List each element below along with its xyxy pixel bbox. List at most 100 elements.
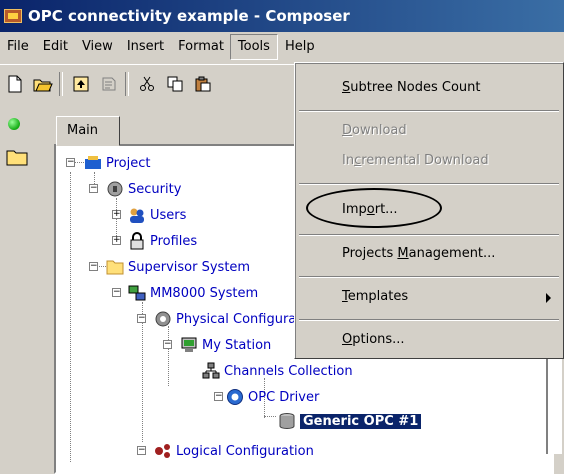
channels-icon xyxy=(202,362,220,379)
mnemonic: D xyxy=(342,123,353,138)
security-icon xyxy=(107,181,123,197)
menu-separator xyxy=(299,234,559,236)
network-icon xyxy=(128,285,146,301)
menu-format[interactable]: Format xyxy=(171,35,231,59)
menu-edit[interactable]: Edit xyxy=(36,35,75,59)
tree-node-label: MM8000 System xyxy=(150,285,259,301)
tree-node-channels[interactable]: Channels Collection xyxy=(202,360,353,382)
collapse-mm8000-toggle[interactable]: − xyxy=(112,288,121,297)
menu-view[interactable]: View xyxy=(75,35,120,59)
menu-item-projects-management[interactable]: Projects Management... xyxy=(297,239,561,269)
title-bar: OPC connectivity example - Composer xyxy=(0,0,564,32)
toolbar-separator xyxy=(59,72,63,96)
computer-icon xyxy=(181,337,197,352)
tree-line xyxy=(264,416,276,417)
tree-node-label: Channels Collection xyxy=(224,363,353,379)
toolbar-separator xyxy=(125,72,129,96)
tree-node-label: Project xyxy=(106,155,151,171)
cut-icon[interactable] xyxy=(134,71,160,97)
collapse-project-toggle[interactable]: − xyxy=(66,158,75,167)
tab-main[interactable]: Main xyxy=(56,116,120,146)
menu-text: remental Download xyxy=(361,153,489,168)
copy-icon[interactable] xyxy=(162,71,188,97)
tree-node-mystation[interactable]: My Station xyxy=(180,334,271,356)
tree-node-label: Generic OPC #1 xyxy=(300,413,422,429)
menu-item-import[interactable]: Import... xyxy=(297,195,561,225)
database-icon xyxy=(279,413,295,430)
logical-config-icon xyxy=(155,444,170,458)
menu-text: Projects xyxy=(342,246,398,261)
menu-text: emplates xyxy=(347,289,409,304)
collapse-supervisor-toggle[interactable]: − xyxy=(89,262,98,271)
mnemonic: O xyxy=(342,332,353,347)
tree-line xyxy=(70,172,71,462)
users-icon xyxy=(130,208,144,223)
menu-text: rt... xyxy=(374,202,398,217)
collapse-opcdriver-toggle[interactable]: − xyxy=(214,392,223,401)
menu-help[interactable]: Help xyxy=(278,35,322,59)
composer-app-icon xyxy=(4,9,22,23)
properties-icon[interactable] xyxy=(96,71,122,97)
window-title: OPC connectivity example - Composer xyxy=(28,7,350,25)
tree-node-project[interactable]: Project xyxy=(84,152,150,174)
menu-insert[interactable]: Insert xyxy=(120,35,171,59)
menu-item-options[interactable]: Options... xyxy=(297,325,561,355)
menu-text: ptions... xyxy=(352,332,405,347)
menu-bar: File Edit View Insert Format Tools Help xyxy=(0,32,564,62)
up-icon[interactable] xyxy=(68,71,94,97)
open-icon[interactable] xyxy=(30,71,56,97)
tree-node-label: Profiles xyxy=(150,233,198,249)
tree-line xyxy=(168,326,169,386)
tree-node-label: Security xyxy=(128,181,182,197)
tree-node-supervisor[interactable]: Supervisor System xyxy=(106,256,250,278)
physical-config-icon xyxy=(155,311,171,327)
menu-text: anagement... xyxy=(408,246,496,261)
tree-node-logical[interactable]: Logical Configuration xyxy=(154,440,314,462)
tree-node-label: OPC Driver xyxy=(248,389,320,405)
tree-node-genericopc[interactable]: Generic OPC #1 xyxy=(278,410,422,432)
expand-users-toggle[interactable]: + xyxy=(112,210,121,219)
menu-item-incremental-download: Incremental Download xyxy=(297,146,561,176)
menu-text: Imp xyxy=(342,202,367,217)
lock-icon xyxy=(130,232,144,250)
tree-node-mm8000[interactable]: MM8000 System xyxy=(128,282,258,304)
new-icon[interactable] xyxy=(2,71,28,97)
tree-line xyxy=(142,302,143,442)
folder-icon xyxy=(106,260,124,275)
menu-file[interactable]: File xyxy=(0,35,36,59)
collapse-physical-toggle[interactable]: − xyxy=(137,314,146,323)
menu-tools[interactable]: Tools xyxy=(229,34,278,60)
tree-node-opcdriver[interactable]: OPC Driver xyxy=(226,386,319,408)
menu-separator xyxy=(299,183,559,185)
submenu-arrow-icon xyxy=(546,293,551,303)
tree-node-profiles[interactable]: Profiles xyxy=(128,230,197,252)
collapse-security-toggle[interactable]: − xyxy=(89,184,98,193)
menu-item-download: Download xyxy=(297,116,561,146)
menu-item-subtree-nodes-count[interactable]: Subtree Nodes Count xyxy=(297,73,561,103)
menu-item-templates[interactable]: Templates xyxy=(297,282,561,312)
right-panel-edge xyxy=(546,356,562,454)
tree-node-label: My Station xyxy=(202,337,272,353)
left-column xyxy=(0,108,44,452)
menu-separator xyxy=(299,319,559,321)
menu-text: ubtree Nodes Count xyxy=(350,80,481,95)
mnemonic: M xyxy=(397,246,409,261)
paste-icon[interactable] xyxy=(190,71,216,97)
tree-node-label: Users xyxy=(150,207,187,223)
collapse-logical-toggle[interactable]: − xyxy=(137,446,146,455)
tools-menu: Subtree Nodes Count Download Incremental… xyxy=(294,62,564,359)
driver-icon xyxy=(227,389,243,405)
collapse-mystation-toggle[interactable]: − xyxy=(163,340,172,349)
folder-icon[interactable] xyxy=(6,148,28,166)
menu-separator xyxy=(299,276,559,278)
status-led-icon xyxy=(8,118,20,130)
tree-node-label: Logical Configuration xyxy=(176,443,314,459)
mnemonic: o xyxy=(366,202,375,217)
tree-node-users[interactable]: Users xyxy=(128,204,186,226)
menu-text: In xyxy=(342,153,355,168)
menu-separator xyxy=(299,110,559,112)
expand-profiles-toggle[interactable]: + xyxy=(112,236,121,245)
tree-node-label: Supervisor System xyxy=(128,259,251,275)
project-icon xyxy=(85,156,101,169)
tree-node-security[interactable]: Security xyxy=(106,178,181,200)
